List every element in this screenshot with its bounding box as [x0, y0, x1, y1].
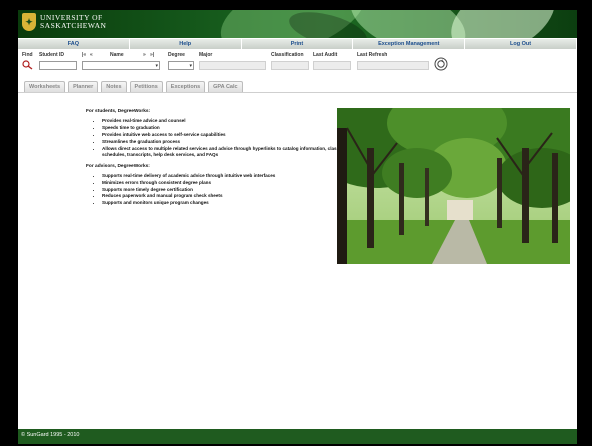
- list-item: Supports more timely degree certificatio…: [102, 187, 341, 193]
- pager-next-button[interactable]: »: [143, 52, 146, 58]
- advisors-benefits-list: Supports real-time delivery of academic …: [86, 173, 341, 207]
- pager-first-button[interactable]: |«: [82, 52, 86, 58]
- list-item: Streamlines the graduation process: [102, 139, 341, 145]
- chevron-down-icon: ▾: [155, 63, 158, 69]
- pager-last-button[interactable]: »|: [150, 52, 154, 58]
- nav-exception-management[interactable]: Exception Management: [353, 39, 466, 49]
- list-item: Speeds time to graduation: [102, 125, 341, 131]
- student-id-label: Student ID: [39, 52, 64, 58]
- students-heading: For students, DegreeWorks:: [86, 109, 151, 114]
- list-item: Allows direct access to multiple related…: [102, 146, 341, 158]
- last-refresh-label: Last Refresh: [357, 52, 388, 58]
- list-item: Supports real-time delivery of academic …: [102, 173, 341, 179]
- last-audit-label: Last Audit: [313, 52, 338, 58]
- copyright-text: © SunGard 1995 - 2010: [21, 432, 80, 438]
- campus-photo: [337, 108, 570, 264]
- name-label: Name: [110, 52, 124, 58]
- student-id-input[interactable]: [39, 61, 77, 70]
- advisors-heading: For advisors, DegreeWorks:: [86, 163, 150, 169]
- chevron-down-icon: ▾: [189, 63, 192, 69]
- list-item: Provides real-time advice and counsel: [102, 118, 341, 124]
- pager-prev-button[interactable]: «: [90, 52, 93, 58]
- last-refresh-field: [357, 61, 429, 70]
- university-name-line2: SASKATCHEWAN: [40, 21, 107, 30]
- nav-print[interactable]: Print: [241, 39, 354, 49]
- list-item: Minimizes errors through consistent degr…: [102, 180, 341, 186]
- list-item: Provides intuitive web access to self-se…: [102, 132, 341, 138]
- last-audit-field: [313, 61, 351, 70]
- worksheet-tabs: Worksheets Planner Notes Petitions Excep…: [24, 81, 243, 93]
- student-name-select[interactable]: ▾: [82, 61, 160, 70]
- welcome-content: For students, DegreeWorks: Provides real…: [86, 109, 341, 212]
- students-benefits-list: Provides real-time advice and counsel Sp…: [86, 118, 341, 158]
- university-logo: ✦ UNIVERSITY OF SASKATCHEWAN: [22, 13, 106, 31]
- crest-icon: ✦: [22, 13, 36, 31]
- major-field: [199, 61, 266, 70]
- header-banner: ✦ UNIVERSITY OF SASKATCHEWAN: [18, 10, 577, 38]
- degree-select[interactable]: ▾: [168, 61, 194, 70]
- classification-field: [271, 61, 309, 70]
- footer-bar: © SunGard 1995 - 2010: [18, 429, 577, 444]
- find-label: Find: [22, 52, 33, 58]
- tab-divider: [18, 92, 577, 93]
- top-nav-bar: FAQ Help Print Exception Management Log …: [18, 39, 577, 49]
- degree-label: Degree: [168, 52, 185, 58]
- nav-faq[interactable]: FAQ: [18, 39, 130, 49]
- nav-log-out[interactable]: Log Out: [465, 39, 577, 49]
- find-magnifier-icon[interactable]: [22, 60, 34, 70]
- nav-help[interactable]: Help: [129, 39, 242, 49]
- student-search-bar: Find Student ID |« « Name » »| ▾ Degree …: [18, 50, 577, 78]
- degreeworks-window: ✦ UNIVERSITY OF SASKATCHEWAN FAQ Help Pr…: [18, 10, 577, 444]
- major-label: Major: [199, 52, 213, 58]
- list-item: Reduces paperwork and manual program che…: [102, 193, 341, 199]
- classification-label: Classification: [271, 52, 304, 58]
- refresh-icon[interactable]: [434, 57, 448, 71]
- list-item: Supports and monitors unique program cha…: [102, 200, 341, 206]
